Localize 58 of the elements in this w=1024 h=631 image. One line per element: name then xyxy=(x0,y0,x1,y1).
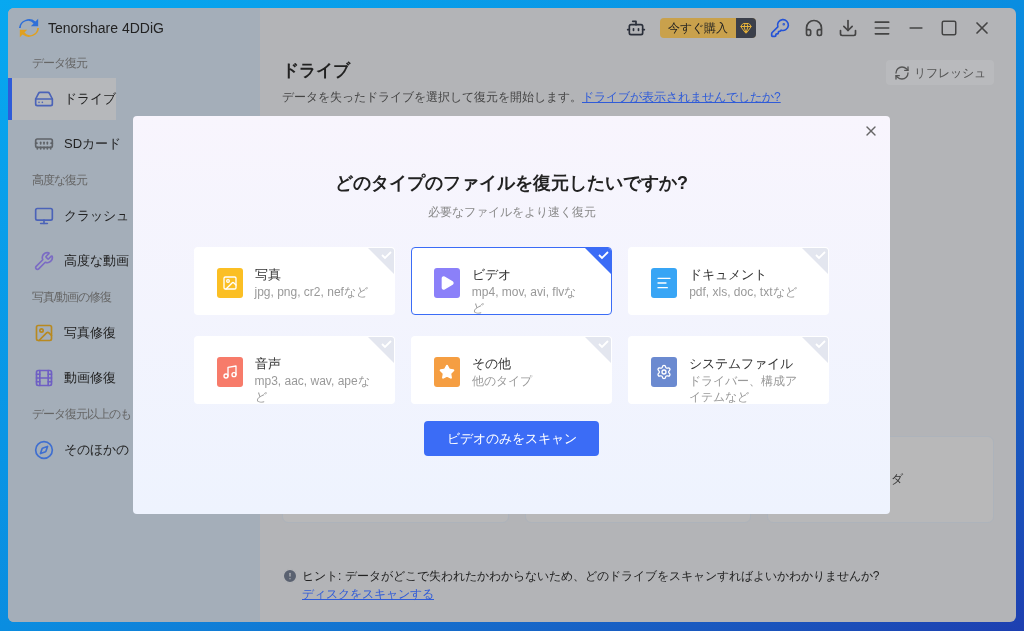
file-type-name: その他 xyxy=(471,355,512,373)
file-type-formats: 他のタイプ xyxy=(471,373,532,389)
drive-card-label: ダ xyxy=(891,471,903,488)
file-type-formats: mp4, mov, avi, flvなど xyxy=(471,284,578,314)
maximize-icon[interactable] xyxy=(940,19,958,37)
sidebar-item[interactable]: そのほかの xyxy=(8,429,129,471)
hint-text: ヒント: データがどこで失われたかわからないため、どのドライブをスキャンすればよいかわかりませんか? ディスクをスキャンする xyxy=(302,567,881,603)
photo-icon xyxy=(34,323,54,343)
video-file-icon xyxy=(433,268,460,298)
sidebar-section-label: データ復元以上のも xyxy=(31,406,131,423)
file-type-formats: mp3, aac, wav, apeなど xyxy=(254,373,370,403)
info-icon xyxy=(282,567,298,584)
file-type-card[interactable]: 音声 mp3, aac, wav, apeなど xyxy=(193,336,395,404)
refresh-icon xyxy=(894,64,910,81)
sidebar-item[interactable]: 写真修復 xyxy=(8,312,116,354)
sidebar-item[interactable]: 動画修復 xyxy=(8,357,116,399)
audio-file-icon xyxy=(216,357,243,387)
file-type-name: 写真 xyxy=(254,266,282,284)
download-icon[interactable] xyxy=(838,18,858,38)
key-icon[interactable] xyxy=(770,18,790,38)
page-subtitle: データを失ったドライブを選択して復元を開始します。ドライブが表示されませんでしたか? xyxy=(282,88,781,106)
scan-button[interactable]: ビデオのみをスキャン xyxy=(424,421,599,456)
document-file-icon xyxy=(651,268,678,298)
dialog-title: どのタイプのファイルを復元したいですか? xyxy=(335,172,688,195)
sidebar-section-label: 高度な復元 xyxy=(31,172,87,189)
file-type-card[interactable]: ビデオ mp4, mov, avi, flvなど xyxy=(410,247,613,315)
file-type-name: システムファイル xyxy=(689,355,795,373)
buy-now-button[interactable]: 今すぐ購入 xyxy=(660,18,756,38)
sidebar-item[interactable]: クラッシュ xyxy=(8,195,129,237)
dialog-subtitle: 必要なファイルをより速く復元 xyxy=(427,204,596,221)
sidebar-item[interactable]: SDカード xyxy=(8,123,122,165)
file-type-card[interactable]: システムファイル ドライバー、構成アイテムなど xyxy=(628,336,830,404)
other-file-icon xyxy=(433,357,460,387)
photo-file-icon xyxy=(216,268,243,298)
sidebar-item[interactable]: ドライブ xyxy=(8,78,116,120)
robot-icon[interactable] xyxy=(626,18,646,38)
sidebar-section-label: 写真/動画の修復 xyxy=(31,289,112,306)
refresh-button[interactable]: リフレッシュ xyxy=(886,60,994,85)
file-type-formats: jpg, png, cr2, nefなど xyxy=(254,284,368,300)
page-title: ドライブ xyxy=(282,60,352,82)
system-file-icon xyxy=(651,357,678,387)
sidebar-section-label: データ復元 xyxy=(31,55,87,72)
headset-icon[interactable] xyxy=(804,18,824,38)
file-type-name: 音声 xyxy=(254,355,282,373)
file-type-name: ビデオ xyxy=(471,266,512,284)
sidebar-item[interactable]: 高度な動画 xyxy=(8,240,129,282)
diamond-icon xyxy=(740,22,752,34)
app-logo-icon xyxy=(18,17,40,39)
file-type-formats: ドライバー、構成アイテムなど xyxy=(689,373,799,403)
file-type-name: ドキュメント xyxy=(689,266,769,284)
video-icon xyxy=(34,368,54,388)
file-type-formats: pdf, xls, doc, txtなど xyxy=(689,284,797,300)
app-name: Tenorshare 4DDiG xyxy=(48,18,164,38)
menu-icon[interactable] xyxy=(872,18,892,38)
drive-icon xyxy=(34,89,54,109)
file-type-card[interactable]: ドキュメント pdf, xls, doc, txtなど xyxy=(628,247,830,315)
file-type-card[interactable]: その他 他のタイプ xyxy=(410,336,613,404)
file-type-card[interactable]: 写真 jpg, png, cr2, nefなど xyxy=(193,247,395,315)
